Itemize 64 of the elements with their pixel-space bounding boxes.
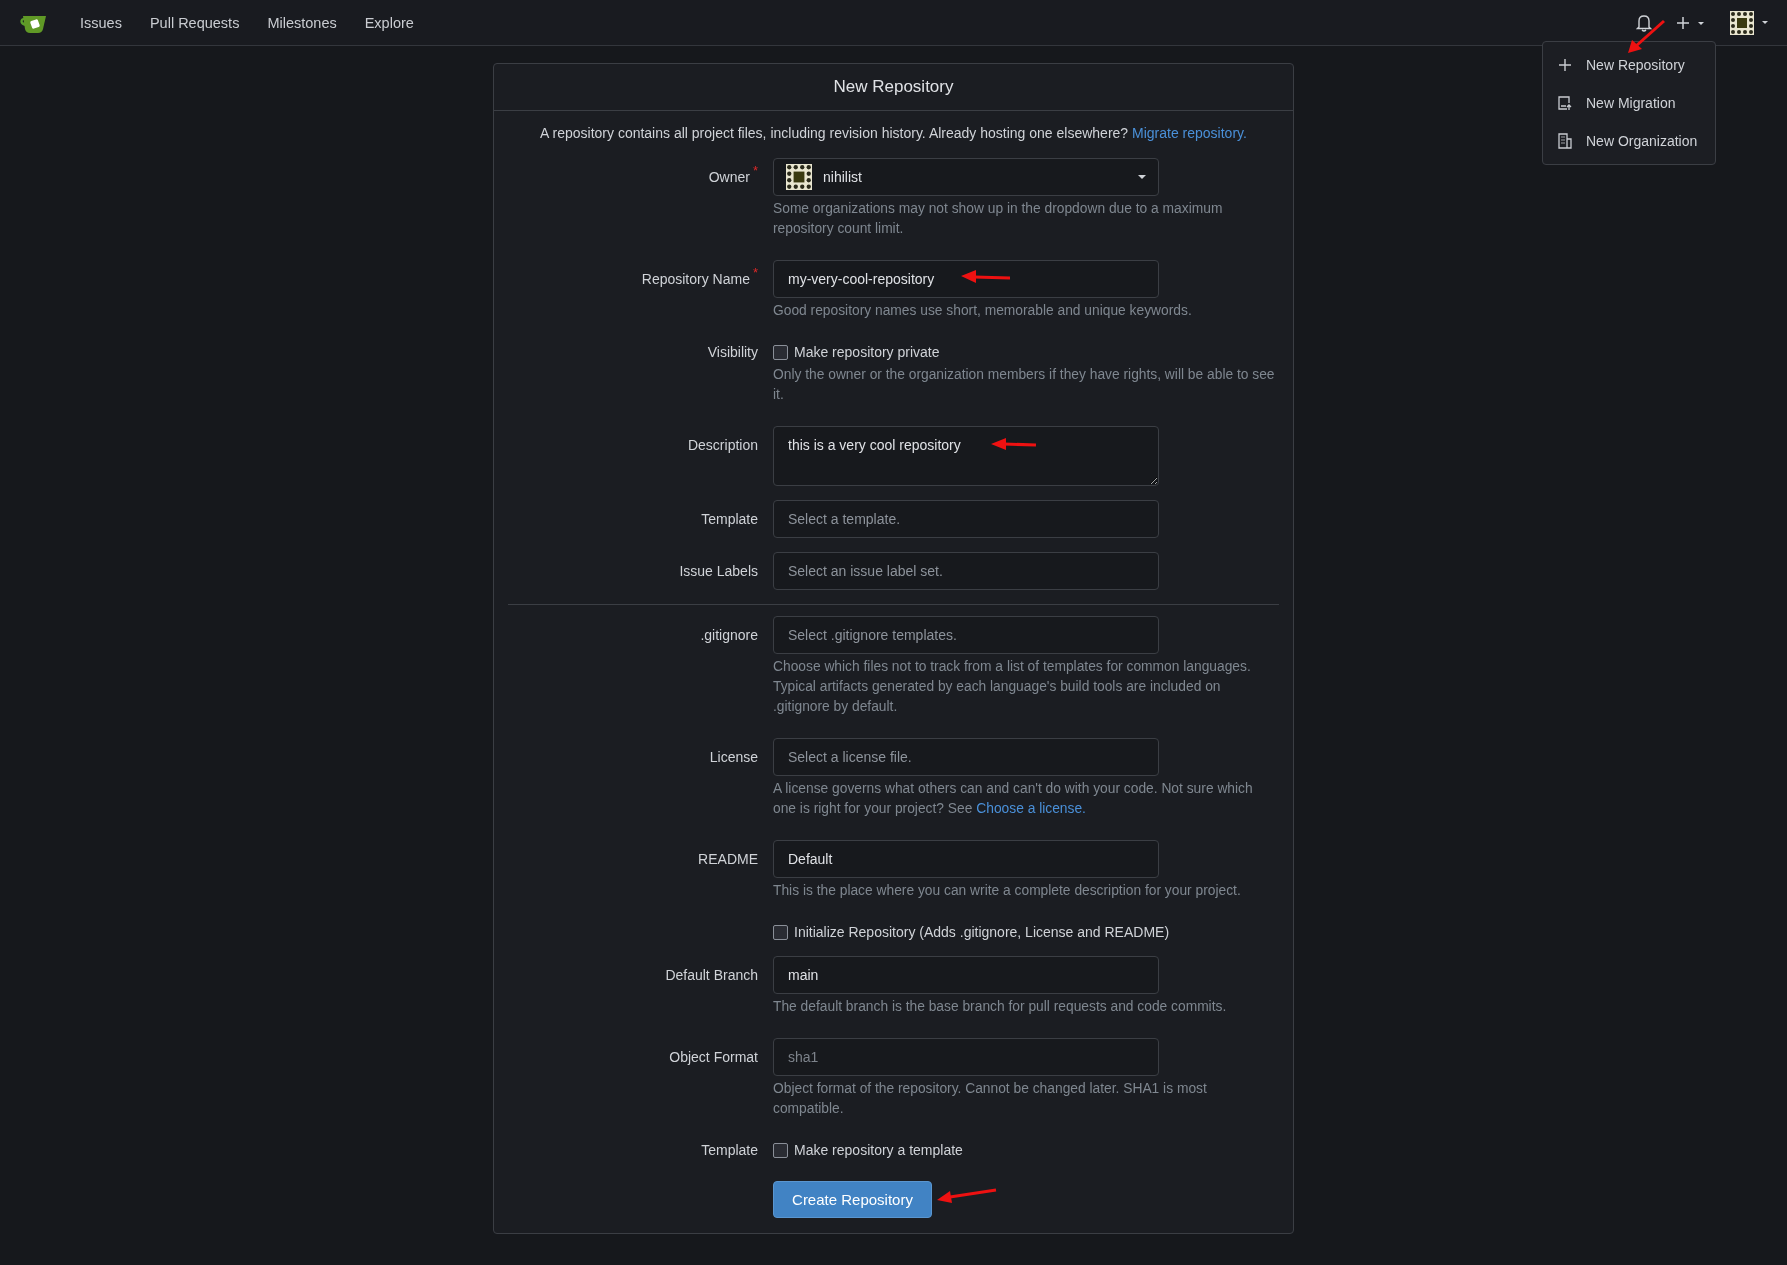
menu-item[interactable]: New Repository [1543,46,1715,84]
menu-item[interactable]: New Organization [1543,122,1715,160]
text-input-field[interactable]: main [773,956,1159,994]
checkbox-label[interactable]: Make repository a template [794,1142,963,1158]
select-dropdown[interactable]: Select a template. [773,500,1159,538]
owner-dropdown[interactable]: nihilist [773,158,1159,196]
checkbox[interactable] [773,344,788,360]
help-text: Only the owner or the organization members if they have rights, will be able to see it. [773,366,1276,404]
migrate-link[interactable]: Migrate repository. [1132,125,1247,141]
checkbox-label[interactable]: Initialize Repository (Adds .gitignore, License and README) [794,924,1170,940]
select-dropdown[interactable]: Select an issue label set. [773,552,1159,590]
select-dropdown[interactable]: Default [773,840,1159,878]
field-label: Default Branch [665,966,758,985]
caret-icon [1138,174,1146,180]
menu-item-label: New Repository [1586,57,1685,73]
avatar-icon [786,164,812,190]
nav-link[interactable]: Milestones [253,14,351,31]
help-text: Choose which files not to track from a list of templates for common languages. Typical artifacts generated by each language's build tools are included on .gitignore by default. [773,658,1252,716]
help-text: Good repository names use short, memorable and unique keywords. [773,302,1193,320]
field-label: Repository Name [641,270,750,289]
field-label: License [709,748,758,767]
choose-license-link[interactable]: Choose a license. [976,801,1086,816]
checkbox-label[interactable]: Make repository private [794,344,940,360]
plus-icon [1557,57,1573,73]
annotation-arrow [1628,19,1665,53]
menu-item[interactable]: New Migration [1543,84,1715,122]
required-asterisk: * [752,264,758,280]
create-plus-icon[interactable] [1676,15,1706,30]
field-label: Template [701,1141,758,1160]
menu-item-label: New Organization [1586,133,1698,149]
help-text: The default branch is the base branch for pull requests and code commits. [773,998,1228,1016]
select-dropdown[interactable]: Select a license file. [773,738,1159,776]
building-icon [1557,133,1573,149]
field-label: Visibility [707,343,758,362]
checkbox[interactable] [773,1142,788,1158]
description-field[interactable]: this is a very cool repository [773,426,1159,486]
select-dropdown[interactable]: Select .gitignore templates. [773,616,1159,654]
card-title: New Repository [494,64,1293,111]
field-label: Description [687,436,758,455]
help-text: A license governs what others can and can't do with your code. Not sure which one is right for your project? See Choose a license. [773,780,1254,818]
annotation-arrow [991,438,1037,450]
field-label: README [698,850,758,869]
repo-upload-icon [1557,95,1573,111]
checkbox[interactable] [773,924,788,940]
field-label: Issue Labels [679,562,758,581]
nav-link[interactable]: Explore [350,14,428,31]
field-label: Object Format [669,1048,758,1067]
notification-bell-icon[interactable] [1636,13,1652,32]
annotation-arrow [961,270,1011,283]
nav-link[interactable]: Pull Requests [135,14,254,31]
help-text: This is the place where you can write a complete description for your project. [773,882,1242,900]
help-text: Some organizations may not show up in the dropdown due to a maximum repository count limit. [773,200,1224,238]
help-text: Object format of the repository. Cannot be changed later. SHA1 is most compatible. [773,1080,1208,1118]
field-label: .gitignore [700,626,758,645]
create-repository-button[interactable]: Create Repository [773,1181,932,1218]
required-asterisk: * [752,162,758,178]
menu-item-label: New Migration [1586,95,1676,111]
field-label: Template [701,510,758,529]
intro-text: A repository contains all project files, including revision history. Already hosting one elsewhere? Migrate repository. [539,124,1248,143]
user-avatar-icon[interactable] [1730,10,1770,35]
nav-link[interactable]: Issues [66,14,136,31]
annotation-arrow [937,1188,997,1203]
field-label: Owner [708,168,750,187]
text-input-field[interactable]: my-very-cool-repository [773,260,1159,298]
